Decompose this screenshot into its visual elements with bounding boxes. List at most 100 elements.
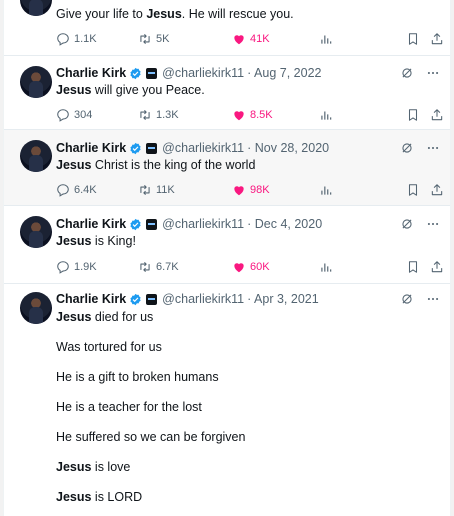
reply-icon (56, 32, 70, 46)
more-icon[interactable] (426, 292, 440, 306)
author-name[interactable]: Charlie Kirk (56, 66, 126, 80)
tweet-date[interactable]: · Aug 7, 2022 (247, 66, 321, 80)
tweet-date[interactable]: · Nov 28, 2020 (247, 141, 329, 155)
reply-count: 1.1K (74, 33, 97, 45)
tweet-text-line: Jesus is LORD (56, 490, 143, 504)
retweet-button[interactable]: 6.7K (138, 260, 179, 274)
retweet-icon (138, 183, 152, 197)
reply-icon (56, 183, 70, 197)
tweet-text-line: He is a teacher for the lost (56, 400, 202, 414)
reply-count: 6.4K (74, 184, 97, 196)
tweet[interactable]: Charlie Kirk @charliekirk11 · Apr 3, 202… (4, 284, 450, 516)
tweet-text-line: Jesus died for us (56, 310, 154, 324)
more-icon[interactable] (426, 217, 440, 231)
bookmark-button[interactable] (406, 108, 424, 122)
author-name[interactable]: Charlie Kirk (56, 217, 126, 231)
views-button[interactable] (319, 183, 337, 197)
tweet-text: Jesus is King! (56, 234, 136, 248)
avatar[interactable] (20, 0, 52, 16)
retweet-count: 1.3K (156, 109, 179, 121)
verified-badge-icon (129, 142, 142, 155)
like-button[interactable]: 98K (232, 183, 270, 197)
affiliate-badge-icon (146, 218, 158, 230)
bookmark-icon (406, 260, 420, 274)
bookmark-icon (406, 183, 420, 197)
tweet-date[interactable]: · Dec 4, 2020 (247, 217, 322, 231)
tweet[interactable]: Charlie Kirk @charliekirk11 · Nov 28, 20… (4, 130, 450, 206)
share-button[interactable] (430, 108, 448, 122)
more-icon[interactable] (426, 66, 440, 80)
retweet-button[interactable]: 1.3K (138, 108, 179, 122)
like-button[interactable]: 8.5K (232, 108, 273, 122)
tweet-date[interactable]: · Apr 3, 2021 (247, 292, 319, 306)
author-handle[interactable]: @charliekirk11 (162, 66, 244, 80)
grok-icon[interactable] (400, 217, 414, 231)
grok-icon[interactable] (400, 141, 414, 155)
views-button[interactable] (319, 260, 337, 274)
share-icon (430, 183, 444, 197)
affiliate-badge-icon (146, 67, 158, 79)
author-name[interactable]: Charlie Kirk (56, 292, 126, 306)
more-icon[interactable] (426, 141, 440, 155)
author-handle[interactable]: @charliekirk11 (162, 141, 244, 155)
avatar[interactable] (20, 66, 52, 98)
author-name[interactable]: Charlie Kirk (56, 141, 126, 155)
share-button[interactable] (430, 183, 448, 197)
tweet-text-line: Jesus is love (56, 460, 131, 474)
reply-button[interactable]: 1.9K (56, 260, 97, 274)
tweet-text-line: He is a gift to broken humans (56, 370, 219, 384)
bookmark-button[interactable] (406, 183, 424, 197)
tweet-actions: 304 1.3K 8.5K (56, 108, 446, 124)
bookmark-icon (406, 32, 420, 46)
tweet-text: Jesus Christ is the king of the world (56, 158, 256, 172)
share-button[interactable] (430, 260, 448, 274)
reply-button[interactable]: 6.4K (56, 183, 97, 197)
reply-button[interactable]: 304 (56, 108, 92, 122)
tweet-actions: 1.9K 6.7K 60K (56, 260, 446, 276)
reply-icon (56, 260, 70, 274)
bookmark-button[interactable] (406, 260, 424, 274)
like-button[interactable]: 41K (232, 32, 270, 46)
views-icon (319, 32, 333, 46)
author-handle[interactable]: @charliekirk11 (162, 217, 244, 231)
share-icon (430, 108, 444, 122)
retweet-count: 6.7K (156, 261, 179, 273)
heart-filled-icon (232, 32, 246, 46)
tweet-header: Charlie Kirk @charliekirk11 · Apr 3, 202… (56, 290, 319, 308)
grok-icon[interactable] (400, 66, 414, 80)
tweet-text-line: Was tortured for us (56, 340, 162, 354)
affiliate-badge-icon (146, 293, 158, 305)
author-handle[interactable]: @charliekirk11 (162, 292, 244, 306)
retweet-icon (138, 32, 152, 46)
retweet-count: 11K (156, 184, 175, 196)
verified-badge-icon (129, 293, 142, 306)
reply-count: 304 (74, 109, 93, 121)
bookmark-button[interactable] (406, 32, 424, 46)
tweet-header: Charlie Kirk @charliekirk11 · Nov 28, 20… (56, 139, 329, 157)
retweet-button[interactable]: 5K (138, 32, 169, 46)
tweet-text: Give your life to Jesus. He will rescue … (56, 7, 294, 21)
avatar[interactable] (20, 140, 52, 172)
reply-count: 1.9K (74, 261, 97, 273)
like-button[interactable]: 60K (232, 260, 270, 274)
verified-badge-icon (129, 67, 142, 80)
retweet-icon (138, 108, 152, 122)
affiliate-badge-icon (146, 142, 158, 154)
views-icon (319, 183, 333, 197)
like-count: 8.5K (250, 109, 273, 121)
tweet[interactable]: Charlie Kirk @charliekirk11 · Aug 7, 202… (4, 56, 450, 130)
reply-button[interactable]: 1.1K (56, 32, 97, 46)
grok-icon[interactable] (400, 292, 414, 306)
avatar[interactable] (20, 292, 52, 324)
avatar[interactable] (20, 216, 52, 248)
share-button[interactable] (430, 32, 448, 46)
views-button[interactable] (319, 108, 337, 122)
views-button[interactable] (319, 32, 337, 46)
tweet-text: Jesus will give you Peace. (56, 83, 205, 97)
tweet[interactable]: Give your life to Jesus. He will rescue … (4, 0, 450, 56)
tweet[interactable]: Charlie Kirk @charliekirk11 · Dec 4, 202… (4, 206, 450, 284)
retweet-count: 5K (156, 33, 170, 45)
retweet-button[interactable]: 11K (138, 183, 175, 197)
heart-filled-icon (232, 108, 246, 122)
bookmark-icon (406, 108, 420, 122)
